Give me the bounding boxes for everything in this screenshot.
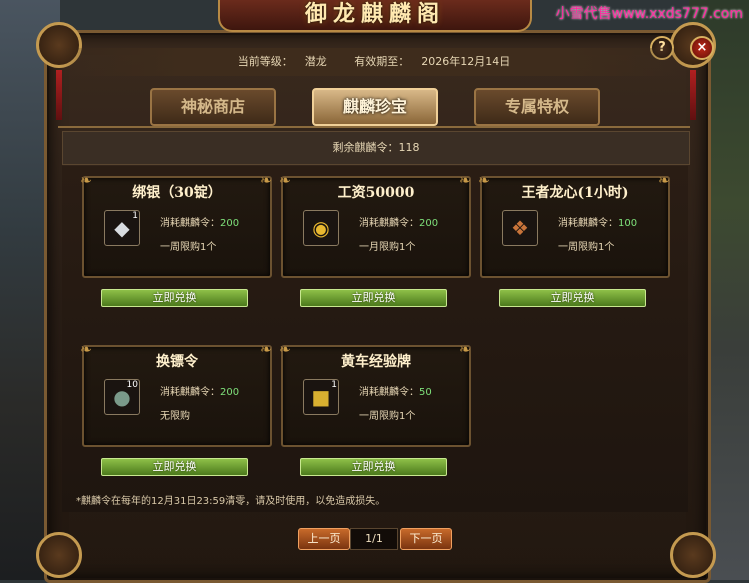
window-title: 御龙麒麟阁 xyxy=(218,0,532,32)
remaining-label: 剩余麒麟令： xyxy=(332,141,399,154)
tab-mystery-shop[interactable]: 神秘商店 xyxy=(150,88,276,126)
tab-bar: 神秘商店 麒麟珍宝 专属特权 xyxy=(58,86,690,126)
tab-exclusive-privilege[interactable]: 专属特权 xyxy=(474,88,600,126)
item-card: ❧ ❧ 换镖令 ● 10 消耗麒麟令：200 无限购 xyxy=(80,343,272,447)
tassel-right xyxy=(690,70,696,120)
item-name: 工资50000 xyxy=(337,185,415,201)
item-card: ❧ ❧ 王者龙心(1小时) ❖ 消耗麒麟令：100 一周限购1个 xyxy=(478,174,670,278)
purchase-limit: 一月限购1个 xyxy=(359,242,416,253)
redeem-button[interactable]: 立即兑换 xyxy=(300,289,447,307)
page-indicator: 1/1 xyxy=(350,528,398,550)
cost-value: 200 xyxy=(220,218,240,229)
purchase-limit: 一周限购1个 xyxy=(359,411,416,422)
remaining-tokens-bar: 剩余麒麟令：118 xyxy=(62,131,690,165)
item-card: ❧ ❧ 绑银（30锭） ◆ 1 消耗麒麟令：200 一周限购1个 xyxy=(80,174,272,278)
remaining-value: 118 xyxy=(398,141,420,154)
silver-ingot-icon[interactable]: ◆ 1 xyxy=(104,210,140,246)
status-info-bar: 当前等级： 潜龙 有效期至： 2026年12月14日 xyxy=(60,48,688,76)
tab-divider xyxy=(58,126,690,128)
expiry-value: 2026年12月14日 xyxy=(421,55,511,68)
cost-label: 消耗麒麟令： xyxy=(359,218,419,229)
tab-qilin-treasure[interactable]: 麒麟珍宝 xyxy=(312,88,438,126)
cost-value: 50 xyxy=(419,387,432,398)
yellow-cart-exp-icon[interactable]: ■ 1 xyxy=(303,379,339,415)
item-glyph: ◆ xyxy=(114,216,130,240)
item-glyph: ❖ xyxy=(511,216,529,240)
purchase-limit: 一周限购1个 xyxy=(160,242,217,253)
next-page-button[interactable]: 下一页 xyxy=(400,528,452,550)
close-button[interactable]: × xyxy=(690,36,714,60)
cost-label: 消耗麒麟令： xyxy=(160,218,220,229)
cost-label: 消耗麒麟令： xyxy=(359,387,419,398)
frame-corner-ornament xyxy=(36,532,82,578)
level-label: 当前等级： xyxy=(237,55,293,68)
item-cost: 消耗麒麟令：200 xyxy=(160,383,239,398)
redeem-button[interactable]: 立即兑换 xyxy=(101,458,248,476)
watermark-text: 小雪代售www.xxds777.com xyxy=(555,6,743,22)
item-name: 绑银（30锭） xyxy=(132,185,222,201)
item-cost: 消耗麒麟令：100 xyxy=(558,214,637,229)
item-name: 换镖令 xyxy=(156,354,198,370)
redeem-button[interactable]: 立即兑换 xyxy=(499,289,646,307)
purchase-limit: 无限购 xyxy=(160,411,190,422)
item-cost: 消耗麒麟令：200 xyxy=(160,214,239,229)
expiry-label: 有效期至： xyxy=(354,55,410,68)
gold-coins-icon[interactable]: ◉ xyxy=(303,210,339,246)
cost-value: 200 xyxy=(220,387,240,398)
cost-value: 200 xyxy=(419,218,439,229)
redeem-button[interactable]: 立即兑换 xyxy=(300,458,447,476)
redeem-button[interactable]: 立即兑换 xyxy=(101,289,248,307)
reset-notice: *麒麟令在每年的12月31日23:59清零，请及时使用，以免造成损失。 xyxy=(76,496,386,507)
cost-value: 100 xyxy=(618,218,638,229)
item-name: 王者龙心(1小时) xyxy=(521,185,629,201)
cost-label: 消耗麒麟令： xyxy=(160,387,220,398)
item-card: ❧ ❧ 黄车经验牌 ■ 1 消耗麒麟令：50 一周限购1个 xyxy=(279,343,471,447)
item-card: ❧ ❧ 工资50000 ◉ 消耗麒麟令：200 一月限购1个 xyxy=(279,174,471,278)
frame-corner-ornament xyxy=(670,532,716,578)
item-quantity: 1 xyxy=(331,380,337,390)
item-name: 黄车经验牌 xyxy=(341,354,411,370)
item-cost: 消耗麒麟令：50 xyxy=(359,383,432,398)
item-quantity: 10 xyxy=(126,380,138,390)
item-glyph: ■ xyxy=(311,385,331,409)
item-quantity: 1 xyxy=(132,211,138,221)
item-glyph: ◉ xyxy=(312,216,330,240)
prev-page-button[interactable]: 上一页 xyxy=(298,528,350,550)
dragon-heart-icon[interactable]: ❖ xyxy=(502,210,538,246)
item-cost: 消耗麒麟令：200 xyxy=(359,214,438,229)
escort-token-icon[interactable]: ● 10 xyxy=(104,379,140,415)
cost-label: 消耗麒麟令： xyxy=(558,218,618,229)
level-value: 潜龙 xyxy=(304,55,327,68)
purchase-limit: 一周限购1个 xyxy=(558,242,615,253)
